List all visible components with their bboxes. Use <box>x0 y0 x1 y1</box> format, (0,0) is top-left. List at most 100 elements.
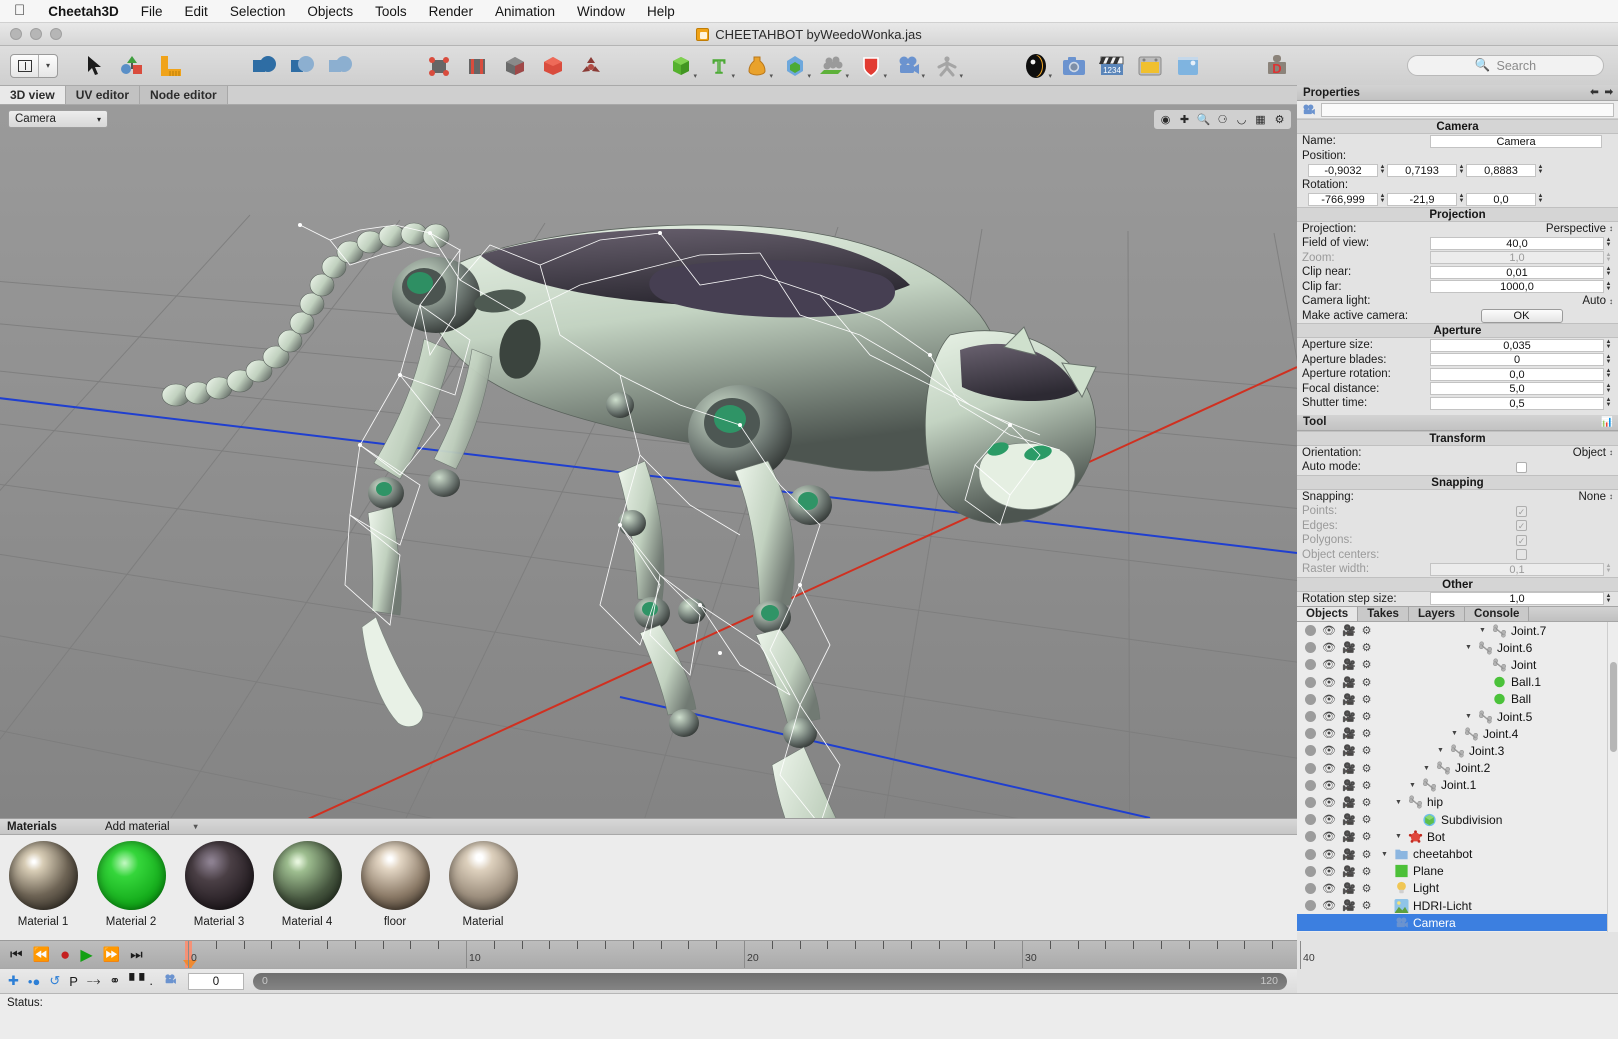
render-toggle-icon[interactable] <box>1305 848 1316 860</box>
material-item[interactable]: Material 3 <box>180 841 258 940</box>
chevron-down-icon[interactable]: ▾ <box>693 72 697 80</box>
material-preview[interactable] <box>272 841 342 910</box>
object-name-field[interactable] <box>1321 102 1614 117</box>
tree-row-toggles[interactable]: 👁 🎥 ⚙ <box>1297 641 1381 654</box>
rotation-x-input[interactable]: -766,999 <box>1308 192 1378 206</box>
material-preview[interactable] <box>360 841 430 910</box>
chevron-down-icon[interactable]: ▾ <box>845 72 849 80</box>
viewport-settings-icon[interactable]: ⚙ <box>1271 111 1288 128</box>
settings-gear-icon[interactable]: ⚙ <box>1362 658 1372 671</box>
tree-row-joint-5[interactable]: 👁 🎥 ⚙ ▼ Joint.5 <box>1297 708 1618 725</box>
viewport-target-icon[interactable]: ◉ <box>1157 111 1174 128</box>
visibility-eye-icon[interactable]: 👁 <box>1322 710 1336 723</box>
render-toggle-icon[interactable] <box>1305 728 1316 740</box>
visibility-eye-icon[interactable]: 👁 <box>1322 641 1336 654</box>
visibility-eye-icon[interactable]: 👁 <box>1322 830 1336 843</box>
character-rig-button[interactable]: ▾ <box>930 50 964 82</box>
visibility-eye-icon[interactable]: 👁 <box>1322 676 1336 689</box>
tree-row-hdri-licht[interactable]: 👁 🎥 ⚙ HDRI-Licht <box>1297 897 1618 914</box>
render-toggle-icon[interactable] <box>1305 711 1316 723</box>
render-preview-button[interactable]: ▾ <box>1019 50 1053 82</box>
settings-gear-icon[interactable]: ⚙ <box>1362 624 1372 637</box>
chevron-down-icon[interactable]: ▾ <box>769 72 773 80</box>
camera-visibility-icon[interactable]: 🎥 <box>1342 848 1356 861</box>
add-material-button[interactable]: Add material <box>105 821 170 833</box>
search-input[interactable]: 🔍 Search <box>1407 55 1604 76</box>
tree-item-name-wrap[interactable]: ▼ Joint.7 <box>1381 624 1546 638</box>
current-frame-input[interactable]: 0 <box>187 972 244 990</box>
keyframe-rotate-icon[interactable]: ↺ <box>49 973 60 989</box>
boolean-union-button[interactable] <box>248 50 282 82</box>
fov-stepper[interactable]: ▲ ▼ <box>1604 237 1613 250</box>
chevron-down-icon[interactable]: ▾ <box>807 72 811 80</box>
material-item[interactable]: Material <box>444 841 522 940</box>
camera-light-select[interactable]: Auto ↕ <box>1430 295 1613 307</box>
settings-gear-icon[interactable]: ⚙ <box>1362 641 1372 654</box>
tree-row-toggles[interactable]: 👁 🎥 ⚙ <box>1297 693 1381 706</box>
tab-layers[interactable]: Layers <box>1408 607 1466 621</box>
keyframe-move-icon[interactable]: ✚ <box>8 973 19 989</box>
layout-icon[interactable] <box>11 54 39 77</box>
axis-mode-button[interactable] <box>575 50 609 82</box>
frame-range-slider[interactable]: 0 120 <box>252 972 1287 990</box>
menu-cheetah3d[interactable]: Cheetah3D <box>37 0 130 23</box>
tree-row-joint-6[interactable]: 👁 🎥 ⚙ ▼ Joint.6 <box>1297 639 1618 656</box>
panel-back-icon[interactable]: ⬅ <box>1590 87 1598 98</box>
tree-row-toggles[interactable]: 👁 🎥 ⚙ <box>1297 676 1381 689</box>
step-back-button[interactable]: ⏪ <box>33 946 50 963</box>
keyframe-parameter-icon[interactable]: P <box>69 974 78 989</box>
spline-primitive-button[interactable]: ▾ <box>740 50 774 82</box>
visibility-eye-icon[interactable]: 👁 <box>1322 865 1336 878</box>
rotation-z-stepper[interactable]: ▲ ▼ <box>1536 193 1545 206</box>
tab-uv-editor[interactable]: UV editor <box>65 86 141 104</box>
edge-mode-button[interactable] <box>461 50 495 82</box>
camera-visibility-icon[interactable]: 🎥 <box>1342 693 1356 706</box>
tree-row-toggles[interactable]: 👁 🎥 ⚙ <box>1297 744 1381 757</box>
tree-row-toggles[interactable]: 👁 🎥 ⚙ <box>1297 848 1381 861</box>
render-settings-button[interactable] <box>1133 50 1167 82</box>
camera-visibility-icon[interactable]: 🎥 <box>1342 899 1356 912</box>
chevron-down-icon[interactable]: ▾ <box>921 72 925 80</box>
chevron-updown-icon[interactable]: ↕ <box>1609 492 1613 501</box>
tree-item-name-wrap[interactable]: Plane <box>1381 864 1444 878</box>
visibility-eye-icon[interactable]: 👁 <box>1322 796 1336 809</box>
keyframe-curve-icon[interactable]: ⚭ <box>109 973 120 989</box>
render-toggle-icon[interactable] <box>1305 676 1316 688</box>
settings-gear-icon[interactable]: ⚙ <box>1362 813 1372 826</box>
keyframe-tangent-icon[interactable]: ⤍ <box>87 973 101 989</box>
text-primitive-button[interactable]: T ▾ <box>702 50 736 82</box>
aperture-rotation-stepper[interactable]: ▲ ▼ <box>1604 368 1613 381</box>
tree-item-name-wrap[interactable]: ▼ Joint.3 <box>1381 744 1504 758</box>
make-active-camera-button[interactable]: OK <box>1480 308 1563 323</box>
menu-file[interactable]: File <box>130 0 174 23</box>
disclosure-triangle-icon[interactable]: ▼ <box>1479 627 1488 634</box>
step-forward-button[interactable]: ⏩ <box>103 946 120 963</box>
tree-row-cheetahbot[interactable]: 👁 🎥 ⚙ ▼ cheetahbot <box>1297 845 1618 862</box>
tree-row-camera[interactable]: Camera <box>1297 914 1618 932</box>
aperture-size-input[interactable]: 0,035 <box>1430 338 1604 352</box>
tree-item-name-wrap[interactable]: ▼ cheetahbot <box>1381 847 1472 861</box>
camera-visibility-icon[interactable]: 🎥 <box>1342 882 1356 895</box>
tree-item-name-wrap[interactable]: ▼ Joint.4 <box>1381 727 1518 741</box>
render-animation-button[interactable]: 1234 <box>1095 50 1129 82</box>
tree-row-joint-4[interactable]: 👁 🎥 ⚙ ▼ Joint.4 <box>1297 725 1618 742</box>
clip-far-input[interactable]: 1000,0 <box>1430 280 1604 294</box>
render-toggle-icon[interactable] <box>1305 762 1316 774</box>
camera-visibility-icon[interactable]: 🎥 <box>1342 813 1356 826</box>
tool-graph-icon[interactable]: 📊 <box>1601 417 1613 428</box>
camera-key-icon[interactable] <box>162 973 179 989</box>
viewport-canvas[interactable] <box>0 105 1297 818</box>
tree-item-name-wrap[interactable]: Subdivision <box>1381 813 1502 827</box>
chevron-updown-icon[interactable]: ↕ <box>1609 448 1613 457</box>
visibility-eye-icon[interactable]: 👁 <box>1322 779 1336 792</box>
point-mode-button[interactable] <box>423 50 457 82</box>
camera-visibility-icon[interactable]: 🎥 <box>1342 727 1356 740</box>
menu-objects[interactable]: Objects <box>296 0 364 23</box>
visibility-eye-icon[interactable]: 👁 <box>1322 882 1336 895</box>
disclosure-triangle-icon[interactable]: ▼ <box>1381 851 1390 858</box>
camera-visibility-icon[interactable]: 🎥 <box>1342 744 1356 757</box>
visibility-eye-icon[interactable]: 👁 <box>1322 848 1336 861</box>
measure-tool-button[interactable] <box>154 50 188 82</box>
visibility-eye-icon[interactable]: 👁 <box>1322 658 1336 671</box>
focal-distance-stepper[interactable]: ▲ ▼ <box>1604 382 1613 395</box>
